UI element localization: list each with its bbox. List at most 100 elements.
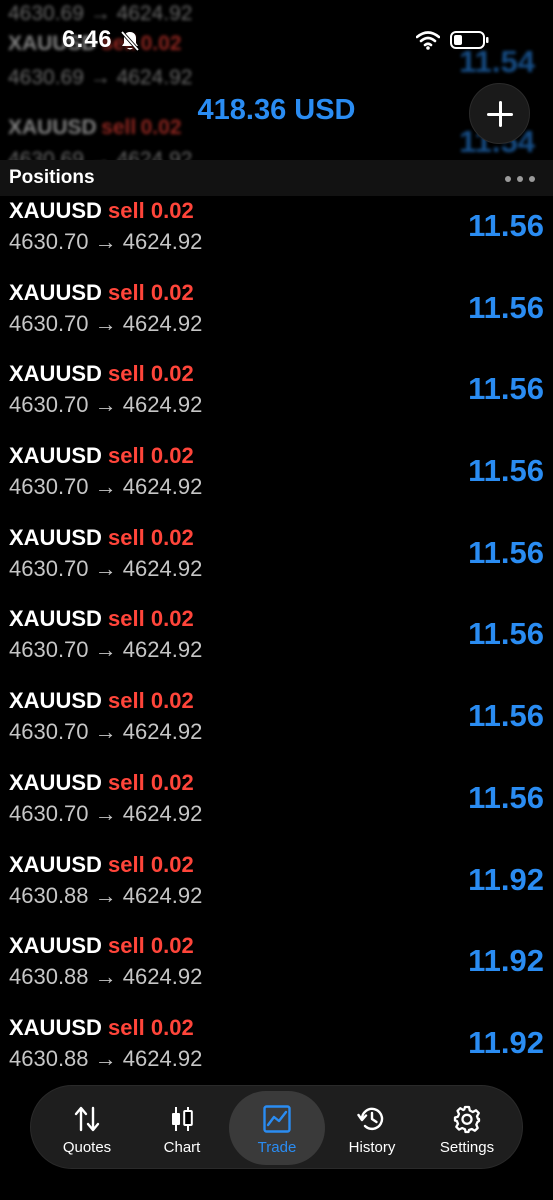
position-row[interactable]: XAUUSD sell 0.02 4630.70 → 4624.92 11.56 bbox=[0, 196, 553, 278]
position-symbol: XAUUSD bbox=[9, 606, 102, 632]
position-title: XAUUSD sell 0.02 bbox=[9, 525, 194, 551]
wifi-icon bbox=[416, 31, 440, 50]
position-symbol: XAUUSD bbox=[9, 524, 102, 550]
position-symbol: XAUUSD bbox=[9, 361, 102, 387]
position-symbol: XAUUSD bbox=[9, 1014, 102, 1040]
settings-gear-icon bbox=[453, 1105, 481, 1134]
position-volume: 0.02 bbox=[150, 443, 194, 469]
position-prices: 4630.88 → 4624.92 bbox=[9, 1046, 202, 1072]
tab-chart[interactable]: Chart bbox=[134, 1091, 230, 1165]
position-profit: 11.92 bbox=[468, 943, 544, 979]
position-symbol: XAUUSD bbox=[9, 851, 102, 877]
add-position-button[interactable] bbox=[469, 83, 530, 144]
position-side: sell bbox=[108, 524, 145, 550]
position-side: sell bbox=[108, 769, 145, 795]
current-price: 4624.92 bbox=[122, 964, 203, 990]
position-volume: 0.02 bbox=[150, 606, 194, 632]
position-title: XAUUSD sell 0.02 bbox=[9, 852, 194, 878]
position-side: sell bbox=[108, 688, 145, 714]
position-title: XAUUSD sell 0.02 bbox=[9, 933, 194, 959]
position-row[interactable]: XAUUSD sell 0.02 4630.70 → 4624.92 11.56 bbox=[0, 523, 553, 605]
position-prices: 4630.70 → 4624.92 bbox=[9, 637, 202, 663]
position-prices: 4630.88 → 4624.92 bbox=[9, 964, 202, 990]
position-row[interactable]: XAUUSD sell 0.02 4630.70 → 4624.92 11.56 bbox=[0, 686, 553, 768]
open-price: 4630.88 bbox=[9, 882, 89, 908]
current-price: 4624.92 bbox=[122, 637, 203, 663]
current-price: 4624.92 bbox=[122, 719, 203, 745]
position-symbol: XAUUSD bbox=[9, 279, 102, 305]
price-arrow: → bbox=[94, 800, 117, 826]
position-volume: 0.02 bbox=[150, 524, 194, 550]
position-volume: 0.02 bbox=[150, 1014, 194, 1040]
position-profit: 11.92 bbox=[468, 861, 544, 897]
open-price: 4630.70 bbox=[9, 719, 89, 745]
position-volume: 0.02 bbox=[150, 769, 194, 795]
price-arrow: → bbox=[94, 229, 117, 254]
open-price: 4630.70 bbox=[9, 310, 89, 336]
tab-label: Chart bbox=[163, 1139, 201, 1156]
position-prices: 4630.70 → 4624.92 bbox=[9, 474, 202, 500]
bottom-tab-bar: Quotes Chart Trade History Settings bbox=[30, 1085, 523, 1169]
current-price: 4624.92 bbox=[122, 392, 203, 418]
position-side: sell bbox=[108, 361, 145, 387]
position-row[interactable]: XAUUSD sell 0.02 4630.70 → 4624.92 11.56 bbox=[0, 359, 553, 441]
tab-label: Quotes bbox=[62, 1139, 112, 1156]
position-side: sell bbox=[108, 933, 145, 959]
position-row[interactable]: XAUUSD sell 0.02 4630.88 → 4624.92 11.92 bbox=[0, 850, 553, 932]
open-price: 4630.70 bbox=[9, 800, 89, 826]
position-volume: 0.02 bbox=[150, 851, 194, 877]
open-price: 4630.70 bbox=[9, 555, 89, 581]
position-profit: 11.56 bbox=[468, 208, 544, 243]
price-arrow: → bbox=[94, 719, 117, 745]
position-row[interactable]: XAUUSD sell 0.02 4630.70 → 4624.92 11.56 bbox=[0, 604, 553, 686]
current-price: 4624.92 bbox=[122, 555, 203, 581]
price-arrow: → bbox=[94, 310, 117, 336]
position-prices: 4630.88 → 4624.92 bbox=[9, 883, 202, 909]
price-arrow: → bbox=[94, 882, 117, 908]
position-profit: 11.56 bbox=[468, 698, 544, 734]
more-dots-icon[interactable] bbox=[505, 176, 535, 182]
position-symbol: XAUUSD bbox=[9, 443, 102, 469]
position-profit: 11.56 bbox=[468, 534, 544, 570]
tab-history[interactable]: History bbox=[324, 1091, 420, 1165]
position-volume: 0.02 bbox=[150, 198, 194, 223]
position-row[interactable]: XAUUSD sell 0.02 4630.70 → 4624.92 11.56 bbox=[0, 278, 553, 360]
tab-quotes[interactable]: Quotes bbox=[39, 1091, 135, 1165]
position-row[interactable]: XAUUSD sell 0.02 4630.88 → 4624.92 11.92 bbox=[0, 931, 553, 1013]
price-arrow: → bbox=[94, 392, 117, 418]
tab-label: Trade bbox=[257, 1139, 297, 1156]
position-title: XAUUSD sell 0.02 bbox=[9, 198, 194, 224]
position-prices: 4630.70 → 4624.92 bbox=[9, 229, 202, 255]
position-title: XAUUSD sell 0.02 bbox=[9, 443, 194, 469]
position-prices: 4630.70 → 4624.92 bbox=[9, 801, 202, 827]
position-row[interactable]: XAUUSD sell 0.02 4630.70 → 4624.92 11.56 bbox=[0, 441, 553, 523]
position-side: sell bbox=[108, 1014, 145, 1040]
open-price: 4630.70 bbox=[9, 392, 89, 418]
position-title: XAUUSD sell 0.02 bbox=[9, 688, 194, 714]
position-side: sell bbox=[108, 606, 145, 632]
position-profit: 11.92 bbox=[468, 1024, 544, 1060]
position-symbol: XAUUSD bbox=[9, 688, 102, 714]
position-title: XAUUSD sell 0.02 bbox=[9, 361, 194, 387]
position-symbol: XAUUSD bbox=[9, 198, 102, 223]
current-price: 4624.92 bbox=[122, 1045, 203, 1071]
current-price: 4624.92 bbox=[122, 229, 203, 254]
position-symbol: XAUUSD bbox=[9, 933, 102, 959]
tab-trade[interactable]: Trade bbox=[229, 1091, 325, 1165]
tab-settings[interactable]: Settings bbox=[419, 1091, 515, 1165]
position-row[interactable]: XAUUSD sell 0.02 4630.70 → 4624.92 11.56 bbox=[0, 768, 553, 850]
position-side: sell bbox=[108, 279, 145, 305]
price-arrow: → bbox=[94, 637, 117, 663]
price-arrow: → bbox=[94, 474, 117, 500]
position-row[interactable]: XAUUSD sell 0.02 4630.88 → 4624.92 11.92 bbox=[0, 1013, 553, 1095]
position-side: sell bbox=[108, 443, 145, 469]
position-volume: 0.02 bbox=[150, 933, 194, 959]
open-price: 4630.70 bbox=[9, 637, 89, 663]
position-prices: 4630.70 → 4624.92 bbox=[9, 392, 202, 418]
status-bar: 6:46 bbox=[0, 0, 553, 84]
battery-icon bbox=[450, 31, 489, 49]
current-price: 4624.92 bbox=[122, 474, 203, 500]
history-clock-icon bbox=[357, 1107, 384, 1131]
position-title: XAUUSD sell 0.02 bbox=[9, 280, 194, 306]
position-prices: 4630.70 → 4624.92 bbox=[9, 556, 202, 582]
